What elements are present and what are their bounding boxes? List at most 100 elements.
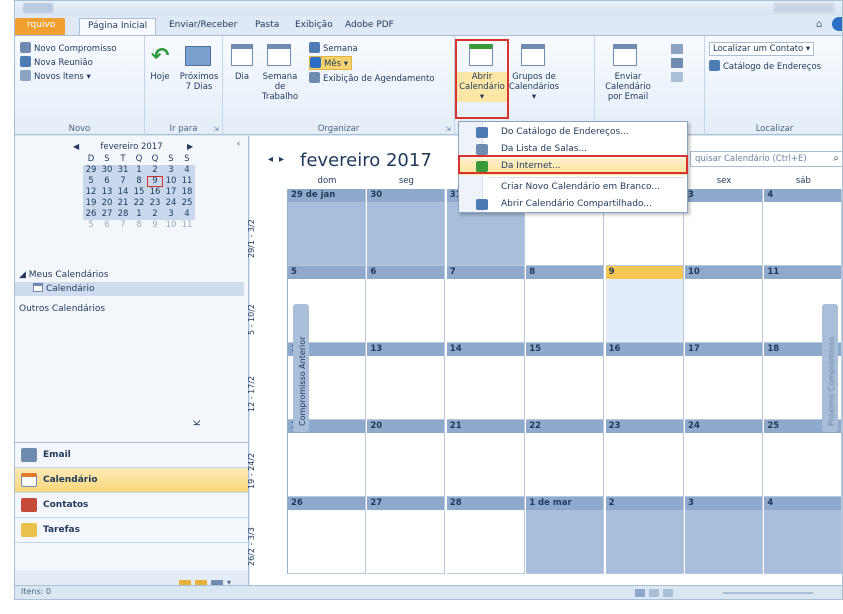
mini-day[interactable]: 30: [99, 165, 115, 176]
window-controls[interactable]: [774, 3, 834, 13]
mini-day[interactable]: 5: [83, 176, 99, 187]
mini-day[interactable]: 4: [179, 165, 195, 176]
mini-day[interactable]: 28: [115, 209, 131, 220]
day-cell[interactable]: 23: [605, 420, 684, 497]
email-calendar-button[interactable]: Enviar Calendário por Email: [597, 72, 659, 102]
mini-day[interactable]: 26: [83, 209, 99, 220]
search-icon[interactable]: ⌕: [833, 152, 839, 166]
menu-create-blank-calendar[interactable]: Criar Novo Calendário em Branco...: [459, 179, 687, 196]
day-cell[interactable]: 15: [526, 343, 605, 420]
tab-adobe-pdf[interactable]: Adobe PDF: [337, 18, 402, 35]
mini-day[interactable]: 14: [115, 187, 131, 198]
day-cell[interactable]: 16: [605, 343, 684, 420]
work-week-button[interactable]: Semana de Trabalho: [257, 72, 303, 102]
day-cell[interactable]: 6: [367, 266, 446, 343]
mini-day[interactable]: 1: [131, 209, 147, 220]
day-cell[interactable]: 14: [446, 343, 525, 420]
nav-email[interactable]: Email: [15, 443, 248, 468]
day-cell[interactable]: 10: [685, 266, 763, 343]
nav-calendar[interactable]: Calendário: [15, 468, 248, 493]
reading-view-icon[interactable]: [649, 589, 659, 597]
day-cell[interactable]: 28: [446, 497, 525, 574]
next-appointment-tab[interactable]: Próximo Compromisso: [822, 304, 838, 432]
day-cell[interactable]: 29 de jan: [288, 189, 366, 266]
normal-view-icon[interactable]: [635, 589, 645, 597]
mini-day[interactable]: 24: [163, 198, 179, 209]
previous-appointment-tab[interactable]: K Compromisso Anterior: [193, 304, 309, 432]
mini-day[interactable]: 31: [115, 165, 131, 176]
mini-day[interactable]: 20: [99, 198, 115, 209]
mini-day[interactable]: 9: [147, 176, 163, 187]
week-label[interactable]: 5 - 10/2: [247, 266, 288, 343]
help-icon[interactable]: [832, 17, 842, 31]
arrange-launcher-icon[interactable]: ⇲: [445, 125, 451, 133]
mini-day[interactable]: 29: [83, 165, 99, 176]
mini-day[interactable]: 27: [99, 209, 115, 220]
day-cell[interactable]: 26: [288, 497, 366, 574]
today-button[interactable]: Hoje: [147, 72, 173, 82]
tab-folder[interactable]: Pasta: [247, 18, 287, 35]
compact-view-icon[interactable]: [663, 589, 673, 597]
mini-day[interactable]: 15: [131, 187, 147, 198]
mini-day[interactable]: 11: [179, 176, 195, 187]
menu-open-shared-calendar[interactable]: Abrir Calendário Compartilhado...: [459, 196, 687, 213]
day-cell[interactable]: 4: [764, 497, 842, 574]
day-cell[interactable]: 27: [367, 497, 446, 574]
mini-day[interactable]: 3: [163, 209, 179, 220]
day-cell[interactable]: 13: [367, 343, 446, 420]
mini-day[interactable]: 25: [179, 198, 195, 209]
day-cell[interactable]: 30: [367, 189, 446, 266]
day-cell[interactable]: 22: [526, 420, 605, 497]
share-icon-1[interactable]: [671, 44, 683, 54]
tab-file[interactable]: rquivo: [15, 18, 66, 35]
goto-launcher-icon[interactable]: ⇲: [213, 125, 219, 133]
new-items-button[interactable]: Novos Itens ▾: [20, 70, 91, 82]
mini-day[interactable]: 12: [83, 187, 99, 198]
day-cell[interactable]: 21: [446, 420, 525, 497]
mini-day[interactable]: 6: [99, 176, 115, 187]
mini-day[interactable]: 17: [163, 187, 179, 198]
mini-day[interactable]: 7: [115, 220, 131, 231]
mini-day[interactable]: 21: [115, 198, 131, 209]
mini-day[interactable]: 10: [163, 176, 179, 187]
day-cell[interactable]: 20: [367, 420, 446, 497]
day-cell[interactable]: 24: [685, 420, 763, 497]
menu-from-address-book[interactable]: Do Catálogo de Endereços...: [459, 124, 687, 141]
day-cell[interactable]: 1 de mar: [526, 497, 605, 574]
day-cell[interactable]: 9: [605, 266, 684, 343]
week-label[interactable]: 12 - 17/2: [247, 343, 288, 420]
week-label[interactable]: 19 - 24/2: [247, 420, 288, 497]
minimize-ribbon-icon[interactable]: ⌂: [816, 19, 828, 31]
schedule-view-button[interactable]: Exibição de Agendamento: [309, 72, 435, 84]
day-cell[interactable]: 2: [605, 497, 684, 574]
mini-day[interactable]: 3: [163, 165, 179, 176]
nav-contacts[interactable]: Contatos: [15, 493, 248, 518]
day-cell[interactable]: 8: [526, 266, 605, 343]
day-view-button[interactable]: Dia: [227, 72, 257, 82]
mini-day[interactable]: 22: [131, 198, 147, 209]
tab-view[interactable]: Exibição: [287, 18, 341, 35]
next-7-days-button[interactable]: Próximos 7 Dias: [177, 72, 221, 92]
calendar-folder[interactable]: Calendário: [15, 282, 244, 296]
find-contact-input[interactable]: Localizar um Contato ▾: [709, 42, 815, 56]
tab-send-receive[interactable]: Enviar/Receber: [161, 18, 245, 35]
week-view-button[interactable]: Semana: [309, 42, 358, 54]
mini-day[interactable]: 9: [147, 220, 163, 231]
mini-day[interactable]: 6: [99, 220, 115, 231]
mini-day[interactable]: 5: [83, 220, 99, 231]
mini-day[interactable]: 7: [115, 176, 131, 187]
calendar-groups-button[interactable]: Grupos de Calendários ▾: [507, 72, 561, 102]
day-cell[interactable]: 17: [685, 343, 763, 420]
mini-day[interactable]: 18: [179, 187, 195, 198]
mini-day[interactable]: 11: [179, 220, 195, 231]
mini-day[interactable]: 8: [131, 176, 147, 187]
week-label[interactable]: 26/2 - 3/3: [247, 497, 288, 574]
mini-day[interactable]: 19: [83, 198, 99, 209]
mini-day[interactable]: 23: [147, 198, 163, 209]
mini-day[interactable]: 13: [99, 187, 115, 198]
mini-day[interactable]: 1: [131, 165, 147, 176]
mini-day[interactable]: 16: [147, 187, 163, 198]
month-nav-arrows[interactable]: ◂▸: [268, 154, 290, 165]
search-input[interactable]: quisar Calendário (Ctrl+E) ⌕: [690, 151, 842, 167]
day-cell[interactable]: 3: [685, 497, 763, 574]
